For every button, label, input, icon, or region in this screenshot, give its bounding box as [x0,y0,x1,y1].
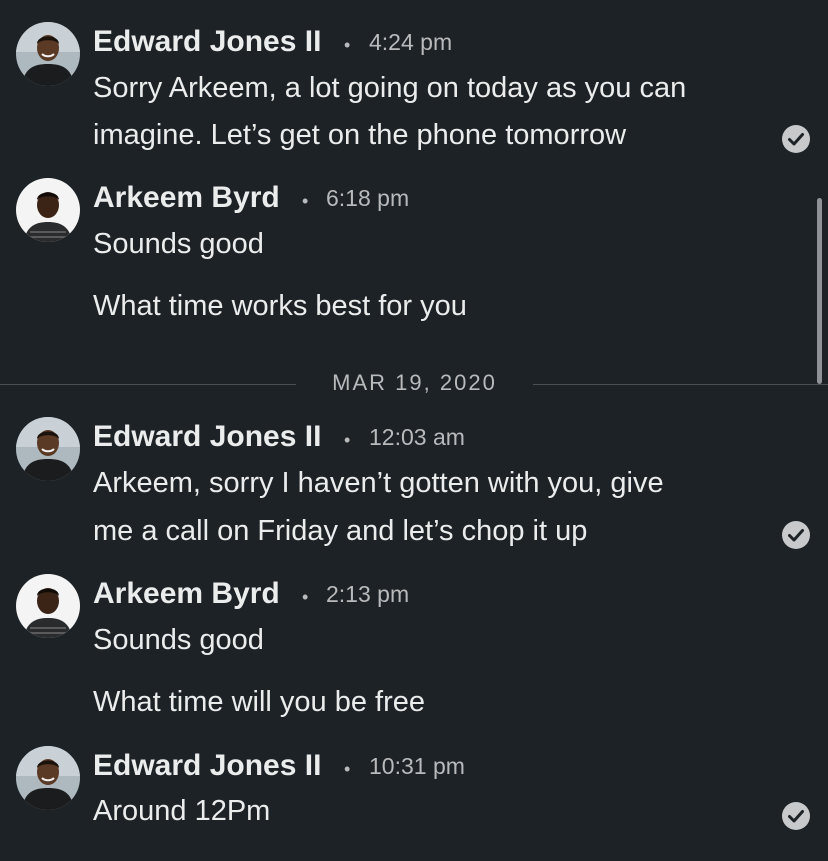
sender-name[interactable]: Arkeem Byrd [93,579,280,609]
avatar-arkeem-byrd[interactable] [16,574,80,638]
message-text: Sounds good [93,228,264,260]
check-circle-icon [781,801,811,831]
separator-dot: • [344,430,351,450]
message-time: 2:13 pm [326,581,410,607]
avatar-edward-jones[interactable] [16,746,80,810]
avatar-edward-jones[interactable] [16,22,80,86]
scrollbar[interactable] [817,198,822,384]
message-text: What time works best for you [93,290,467,322]
divider-line [533,384,828,385]
separator-dot: • [302,587,309,607]
date-divider: MAR 19, 2020 [0,370,828,400]
message-text: Around 12Pm [93,795,271,827]
separator-dot: • [344,35,351,55]
divider-line [0,384,296,385]
message-thread: Edward Jones II • 4:24 pm Sorry Arkeem, … [0,0,828,861]
check-circle-icon [781,520,811,550]
message-text: What time will you be free [93,686,426,718]
avatar-edward-jones[interactable] [16,417,80,481]
check-circle-icon [781,124,811,154]
sender-name[interactable]: Edward Jones II [93,751,321,781]
sender-name[interactable]: Arkeem Byrd [93,183,280,213]
date-label: MAR 19, 2020 [332,370,497,395]
separator-dot: • [344,759,351,779]
message-time: 4:24 pm [369,29,453,55]
message-time: 6:18 pm [326,185,410,211]
message-time: 10:31 pm [369,753,465,779]
message-text: Sorry Arkeem, a lot going on today as yo… [93,72,687,104]
message-time: 12:03 am [369,424,465,450]
message-text: me a call on Friday and let’s chop it up [93,515,588,547]
separator-dot: • [302,191,309,211]
sender-name[interactable]: Edward Jones II [93,27,321,57]
avatar-arkeem-byrd[interactable] [16,178,80,242]
message-text: imagine. Let’s get on the phone tomorrow [93,119,627,151]
message-text: Sounds good [93,624,264,656]
message-text: Arkeem, sorry I haven’t gotten with you,… [93,467,664,499]
sender-name[interactable]: Edward Jones II [93,422,321,452]
